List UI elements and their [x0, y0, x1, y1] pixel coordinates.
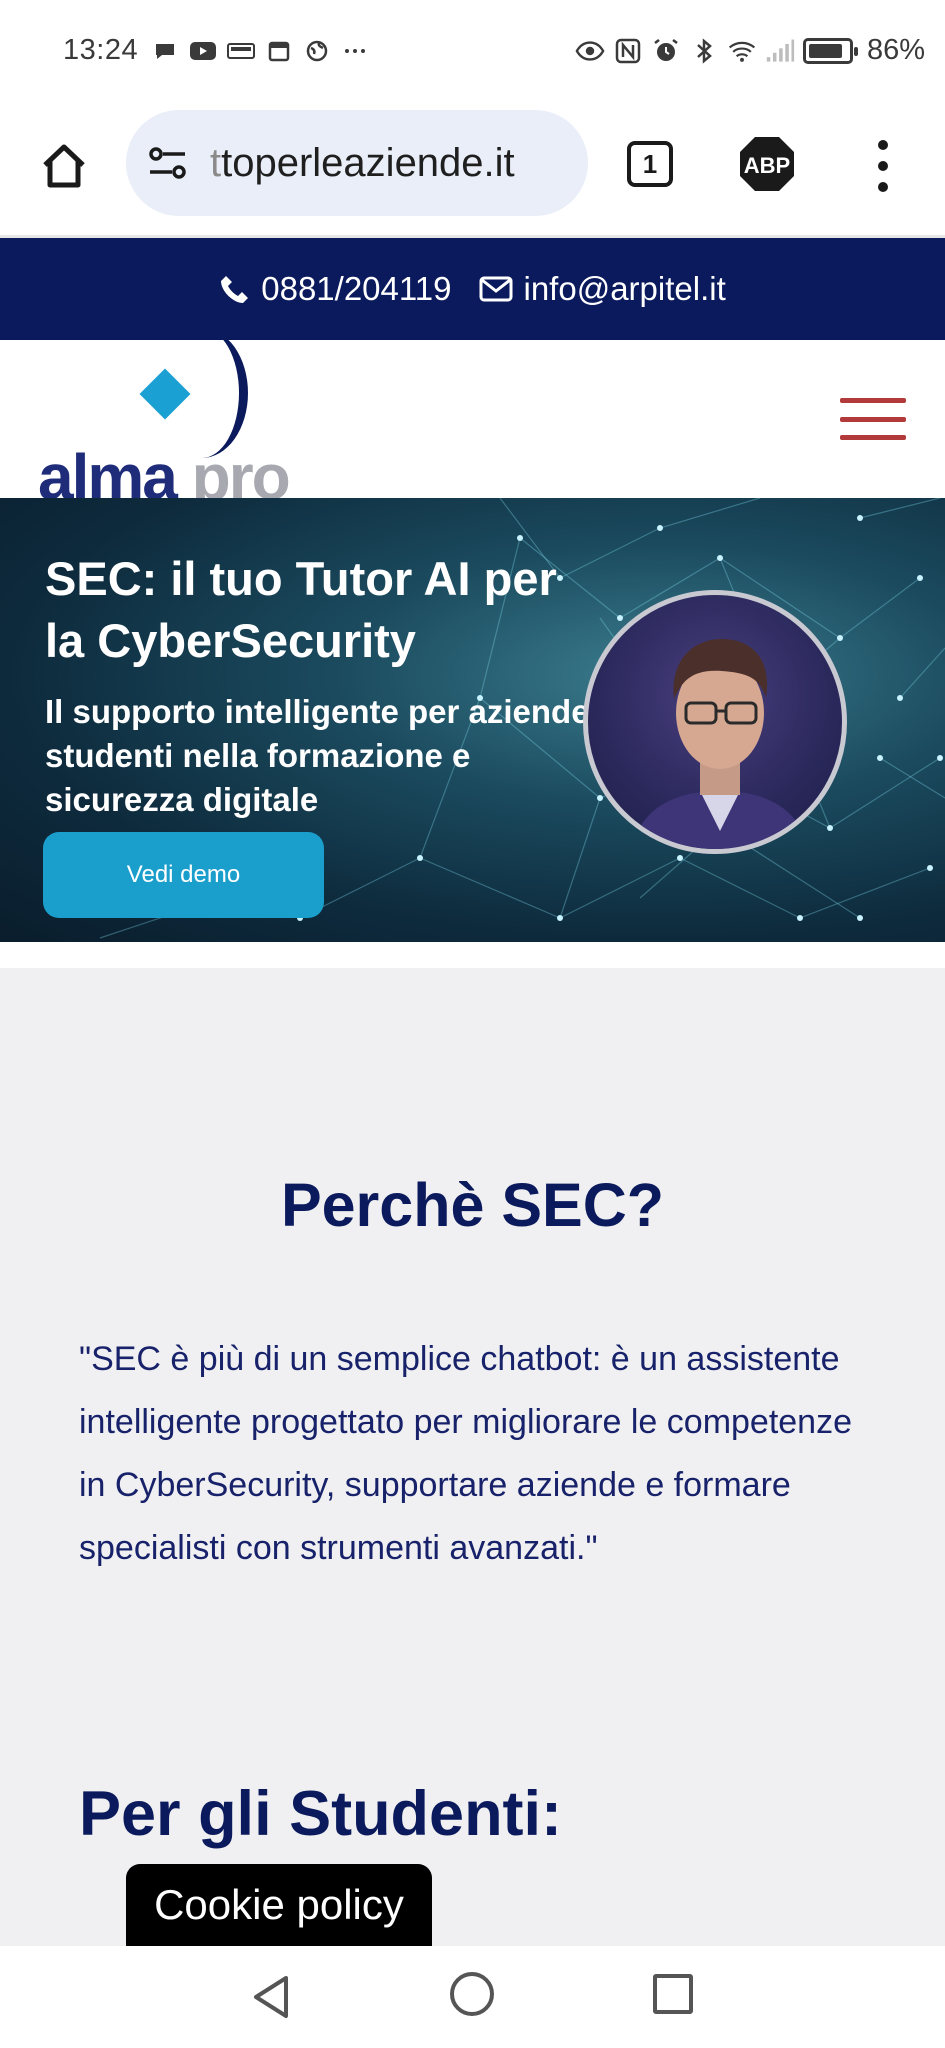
url-faded-prefix: t — [210, 140, 222, 185]
address-bar[interactable]: ttoperleaziende.it — [126, 110, 588, 216]
eye-icon — [575, 36, 605, 66]
site-settings-icon[interactable] — [146, 141, 190, 185]
url-domain: toperleaziende.it — [221, 140, 515, 185]
signal-icon — [765, 36, 795, 66]
more-dots-icon — [340, 36, 370, 66]
site-header: alma pro — [0, 328, 945, 513]
adblock-button[interactable]: ABP — [738, 135, 796, 193]
email-address: info@arpitel.it — [523, 270, 726, 307]
email-link[interactable]: info@arpitel.it — [479, 270, 726, 308]
why-sec-heading: Perchè SEC? — [280, 1171, 665, 1239]
why-sec-section: Perchè SEC? "SEC è più di un semplice ch… — [0, 968, 945, 1946]
back-nav-icon[interactable] — [250, 1974, 292, 2020]
page: 13:24 86% ttoperleaziende.it 1 ABP 0881/… — [0, 0, 945, 2048]
browser-toolbar: ttoperleaziende.it 1 ABP — [0, 106, 945, 238]
site-logo[interactable]: alma pro — [36, 328, 336, 513]
tutor-portrait-image — [630, 639, 810, 849]
home-button[interactable] — [34, 136, 94, 196]
recents-nav-icon[interactable] — [653, 1974, 693, 2014]
demo-button[interactable]: Vedi demo — [43, 832, 324, 918]
phone-number: 0881/204119 — [261, 270, 452, 307]
hero-title: SEC: il tuo Tutor AI per la CyberSecurit… — [45, 552, 557, 667]
alarm-icon — [651, 36, 681, 66]
system-nav-bar — [0, 1946, 945, 2048]
home-icon — [43, 144, 85, 188]
wifi-icon — [727, 36, 757, 66]
abp-label: ABP — [744, 153, 790, 178]
youtube-icon — [188, 36, 218, 66]
phone-link[interactable]: 0881/204119 — [219, 270, 451, 308]
envelope-icon — [479, 276, 513, 302]
students-heading: Per gli Studenti: — [79, 1779, 563, 1849]
calendar-icon — [264, 36, 294, 66]
url-text[interactable]: ttoperleaziende.it — [210, 141, 570, 186]
nfc-icon — [613, 36, 643, 66]
status-bar: 13:24 86% — [0, 0, 945, 106]
battery-level — [808, 43, 842, 58]
bluetooth-icon — [689, 36, 719, 66]
phone-icon — [221, 276, 249, 303]
hamburger-menu-button[interactable] — [840, 398, 906, 440]
contact-bar: 0881/204119 info@arpitel.it — [0, 238, 945, 340]
hero-banner: SEC: il tuo Tutor AI per la CyberSecurit… — [0, 498, 945, 942]
battery-icon — [802, 37, 858, 64]
system-icons: 86% — [575, 34, 925, 67]
notification-icons — [150, 36, 370, 66]
tab-switcher-button[interactable]: 1 — [627, 141, 673, 187]
battery-percent: 86% — [866, 34, 925, 66]
globe-icon — [302, 36, 332, 66]
home-nav-icon[interactable] — [450, 1972, 494, 2016]
cookie-policy-button[interactable]: Cookie policy — [126, 1864, 432, 1946]
sport-icon — [226, 36, 256, 66]
chat-bubble-icon — [150, 36, 180, 66]
status-time: 13:24 — [63, 34, 139, 66]
hero-subtitle: Il supporto intelligente per aziende e s… — [45, 693, 618, 818]
browser-menu-button[interactable] — [868, 140, 898, 192]
tutor-avatar — [583, 590, 847, 854]
abp-icon: ABP — [740, 137, 794, 191]
sec-quote: "SEC è più di un semplice chatbot: è un … — [79, 1340, 853, 1567]
